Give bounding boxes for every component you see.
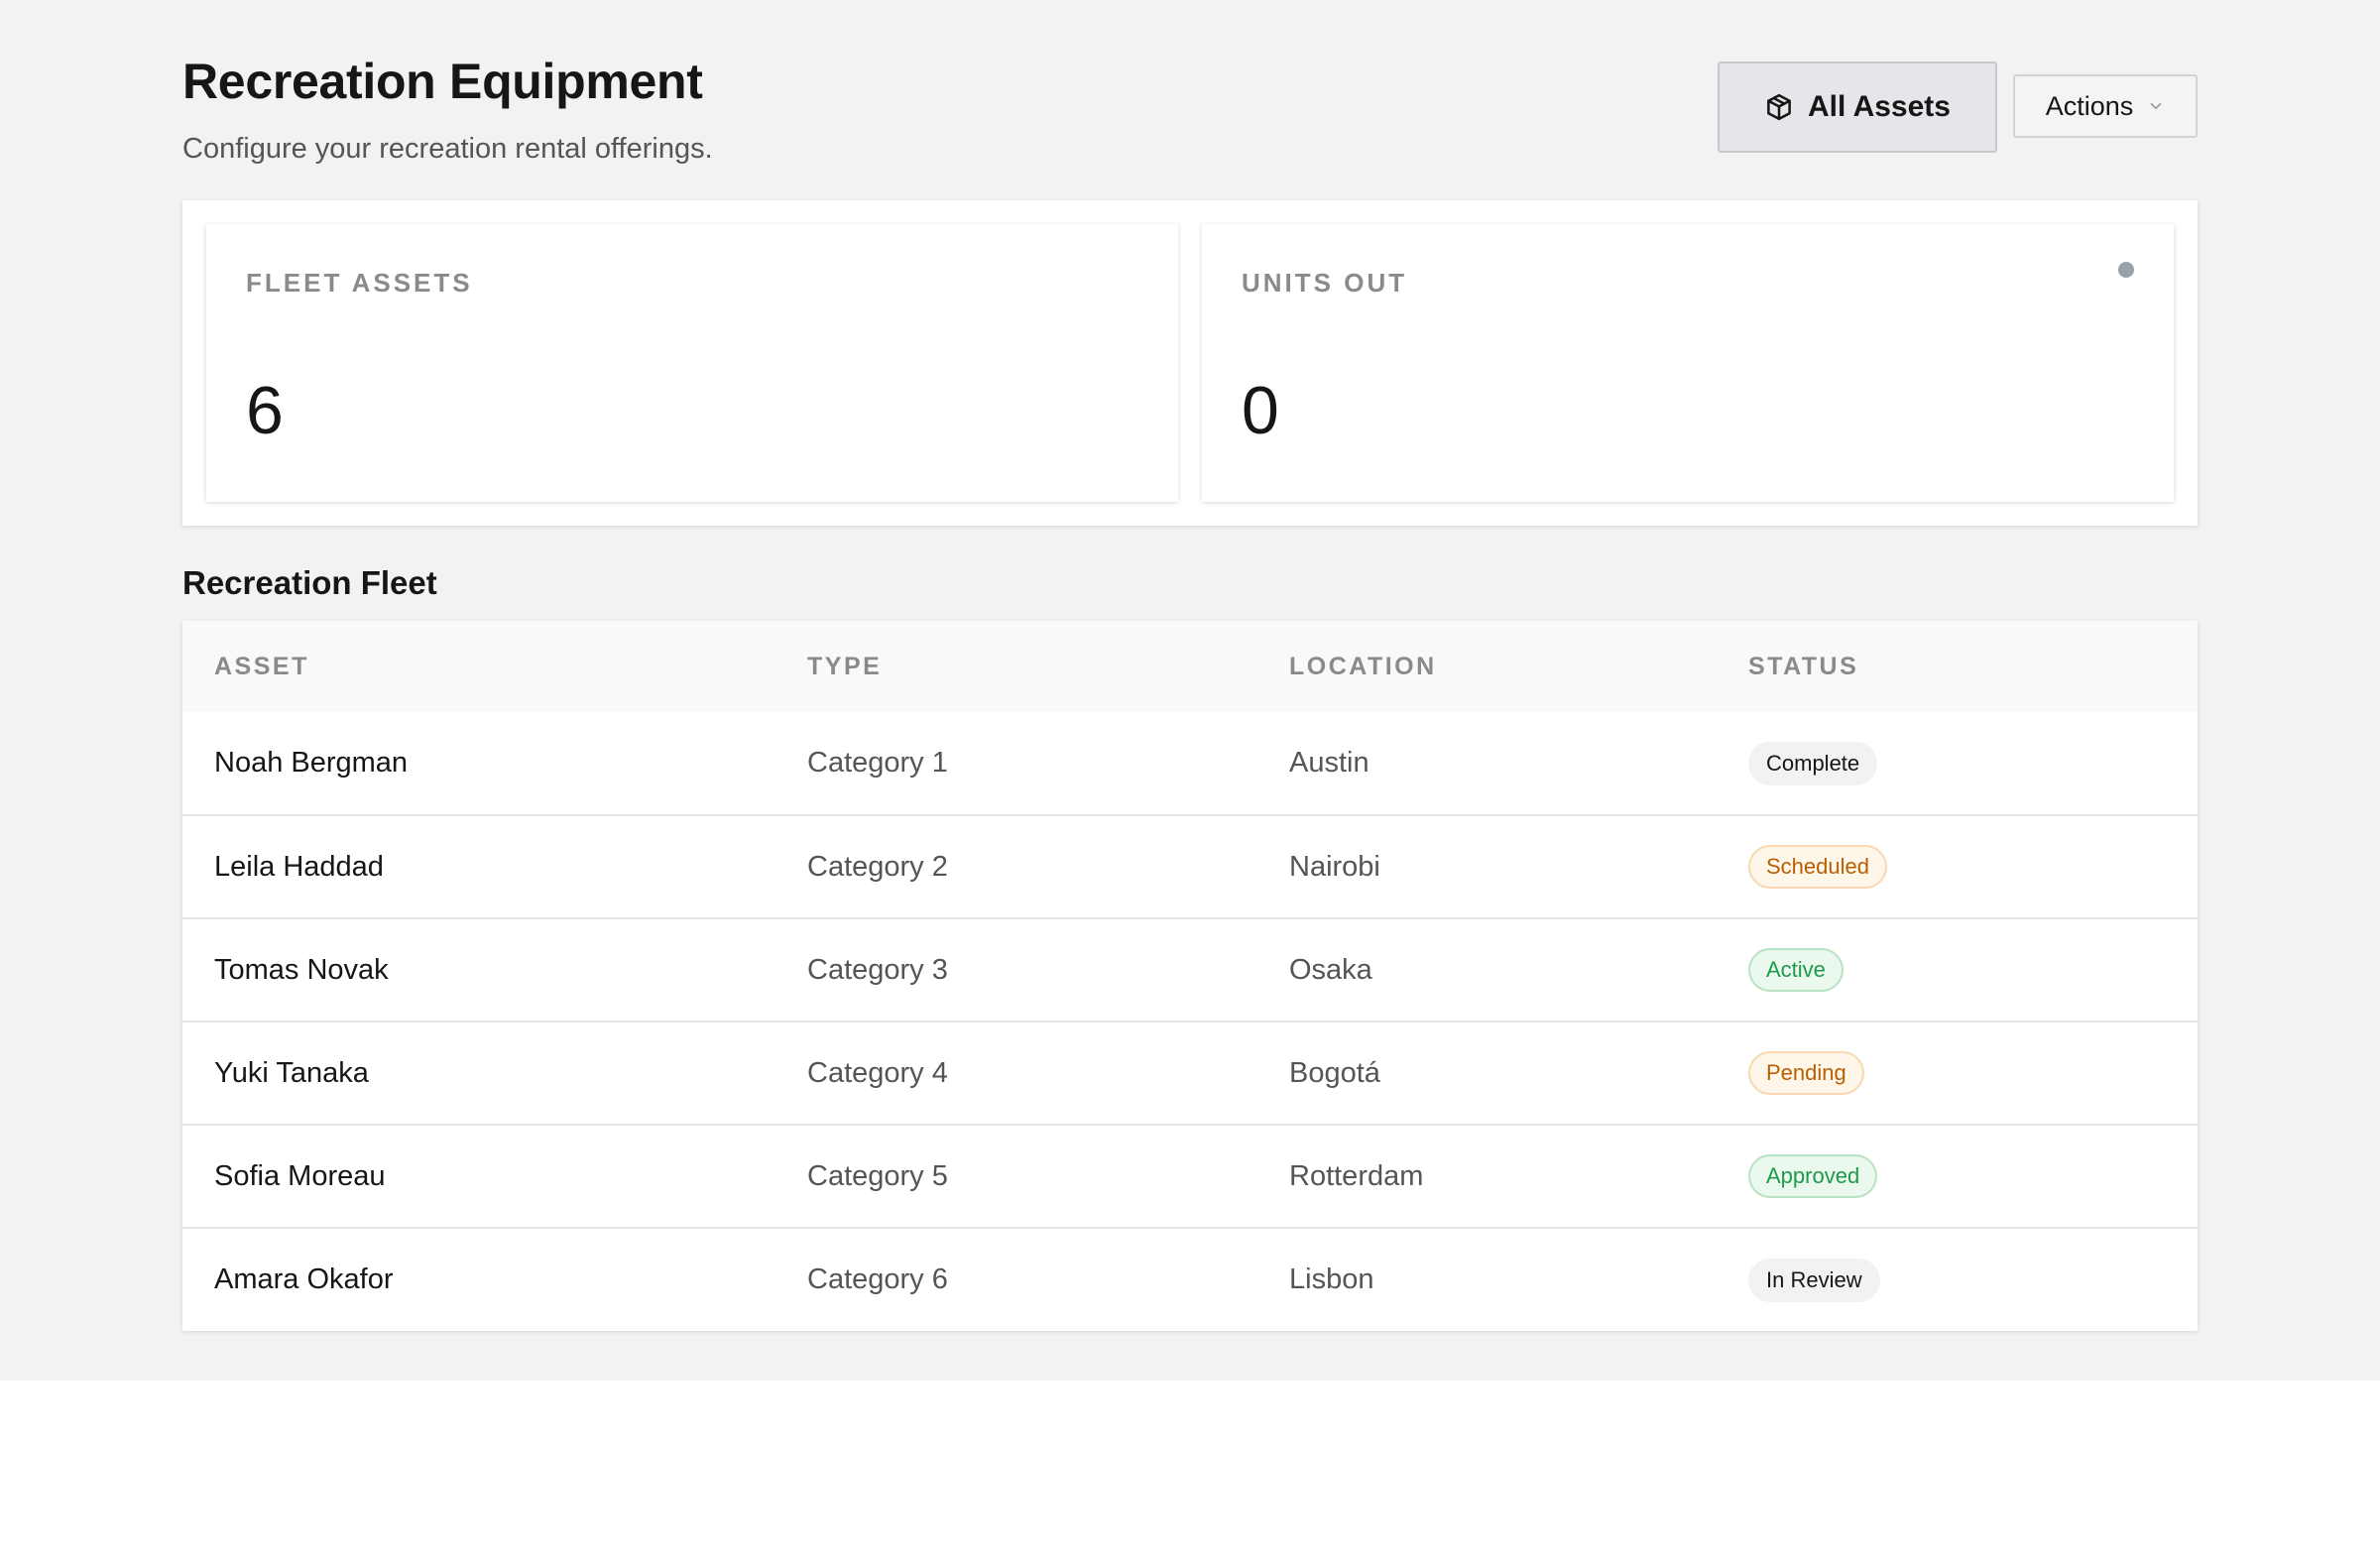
cell-asset: Leila Haddad: [214, 850, 384, 883]
fleet-table: ASSET TYPE LOCATION STATUS Noah Bergman …: [182, 621, 2198, 1331]
page-subtitle: Configure your recreation rental offerin…: [182, 133, 713, 165]
actions-dropdown-button[interactable]: Actions: [2013, 74, 2198, 138]
table-header-row: ASSET TYPE LOCATION STATUS: [182, 621, 2198, 712]
cell-location: Nairobi: [1289, 850, 1380, 883]
status-indicator-dot: [2118, 262, 2134, 278]
all-assets-label: All Assets: [1808, 90, 1951, 123]
header-actions: All Assets Actions: [1718, 61, 2198, 153]
stat-card-units-out: UNITS OUT 0: [1202, 224, 2174, 502]
cell-asset: Noah Bergman: [214, 747, 409, 779]
table-row[interactable]: Amara Okafor Category 6 Lisbon In Review: [182, 1228, 2198, 1331]
table-row[interactable]: Tomas Novak Category 3 Osaka Active: [182, 918, 2198, 1022]
cell-location: Rotterdam: [1289, 1159, 1424, 1192]
stat-label: UNITS OUT: [1242, 268, 1408, 298]
cell-type: Category 2: [807, 850, 948, 883]
cell-type: Category 5: [807, 1159, 948, 1192]
cell-type: Category 4: [807, 1056, 948, 1089]
cell-asset: Yuki Tanaka: [214, 1056, 369, 1089]
status-badge: Active: [1748, 948, 1844, 992]
all-assets-button[interactable]: All Assets: [1718, 61, 1997, 153]
table-row[interactable]: Noah Bergman Category 1 Austin Complete: [182, 712, 2198, 815]
column-header-asset[interactable]: ASSET: [182, 621, 775, 712]
actions-label: Actions: [2045, 90, 2134, 121]
status-badge: Scheduled: [1748, 845, 1887, 889]
column-header-type[interactable]: TYPE: [775, 621, 1257, 712]
column-header-status[interactable]: STATUS: [1717, 621, 2198, 712]
status-badge: Complete: [1748, 741, 1878, 785]
stat-card-fleet-assets: FLEET ASSETS 6: [206, 224, 1178, 502]
cell-location: Austin: [1289, 747, 1369, 779]
cell-type: Category 1: [807, 747, 948, 779]
cell-asset: Amara Okafor: [214, 1263, 394, 1295]
box-icon: [1764, 92, 1794, 122]
stats-panel: FLEET ASSETS 6 UNITS OUT 0: [182, 200, 2198, 526]
cell-type: Category 3: [807, 953, 948, 986]
stat-value: 0: [1242, 373, 1279, 448]
table-row[interactable]: Yuki Tanaka Category 4 Bogotá Pending: [182, 1022, 2198, 1125]
cell-status: Scheduled: [1717, 815, 2198, 918]
cell-status: Pending: [1717, 1022, 2198, 1125]
cell-status: In Review: [1717, 1228, 2198, 1331]
status-badge: In Review: [1748, 1258, 1880, 1302]
cell-type: Category 6: [807, 1263, 948, 1295]
cell-location: Osaka: [1289, 953, 1372, 986]
stat-label: FLEET ASSETS: [246, 268, 473, 298]
cell-location: Bogotá: [1289, 1056, 1380, 1089]
cell-location: Lisbon: [1289, 1263, 1374, 1295]
column-header-location[interactable]: LOCATION: [1257, 621, 1717, 712]
section-title: Recreation Fleet: [182, 564, 437, 601]
cell-status: Active: [1717, 918, 2198, 1022]
status-badge: Approved: [1748, 1154, 1878, 1198]
cell-asset: Sofia Moreau: [214, 1159, 386, 1192]
cell-status: Complete: [1717, 712, 2198, 815]
table-row[interactable]: Sofia Moreau Category 5 Rotterdam Approv…: [182, 1125, 2198, 1228]
main-content: Recreation Equipment Configure your recr…: [182, 0, 2198, 1331]
chevron-down-icon: [2147, 91, 2165, 122]
page-title: Recreation Equipment: [182, 54, 703, 109]
stat-value: 6: [246, 373, 284, 448]
status-badge: Pending: [1748, 1051, 1864, 1095]
page-header: Recreation Equipment Configure your recr…: [182, 0, 2198, 198]
cell-status: Approved: [1717, 1125, 2198, 1228]
cell-asset: Tomas Novak: [214, 953, 389, 986]
table-row[interactable]: Leila Haddad Category 2 Nairobi Schedule…: [182, 815, 2198, 918]
